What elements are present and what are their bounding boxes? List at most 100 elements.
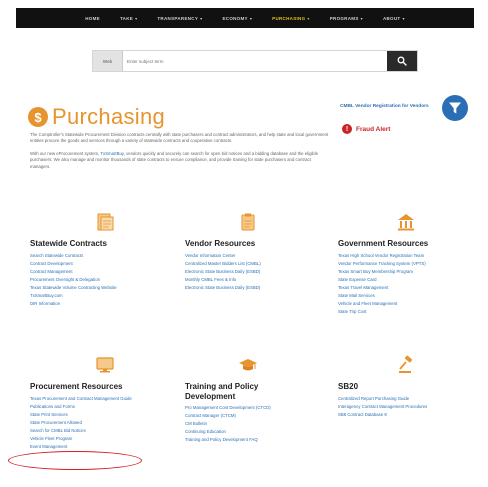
section-link[interactable]: SB8 Contract Database 8 (338, 411, 478, 419)
section-procurement-resources: Procurement Resources Texas Procurement … (30, 382, 170, 451)
section-training-policy: Training and Policy Development Pro Mana… (185, 382, 305, 444)
section-link[interactable]: Contract Development (30, 260, 170, 268)
section-link[interactable]: Texas Smart Buy Membership Program (338, 268, 478, 276)
clipboard-icon (241, 213, 255, 231)
nav-item-programs[interactable]: PROGRAMS ▾ (320, 16, 373, 21)
link-list: Texas Procurement and Contract Managemen… (30, 395, 170, 451)
nav-item-label: TRANSPARENCY (157, 15, 199, 21)
section-link[interactable]: State Expense Card (338, 276, 478, 284)
nav-item-home[interactable]: HOME (75, 16, 110, 21)
page-title: Purchasing (52, 104, 166, 129)
section-link[interactable]: Electronic State Business Daily (ESBD) (185, 268, 325, 276)
document-icon (97, 213, 114, 231)
section-government-resources: Government Resources Texas High School V… (338, 239, 478, 316)
section-link[interactable]: Continuing Education (185, 428, 305, 436)
section-link[interactable]: State Print Services (30, 411, 170, 419)
section-link[interactable]: Search Statewide Contracts (30, 252, 170, 260)
section-link[interactable]: Texas Procurement and Contract Managemen… (30, 395, 170, 403)
link-list: Centralized Report Purchasing Guide Inter… (338, 395, 478, 419)
search-input[interactable] (123, 51, 387, 71)
section-link[interactable]: Electronic State Business Daily (ESBD) (185, 284, 325, 292)
monitor-icon (96, 357, 114, 373)
txsmartbuy-link[interactable]: TxSmartBuy (100, 151, 123, 156)
top-nav: HOME TAKE ▾ TRANSPARENCY ▾ ECONOMY ▾ PURCHASING… (16, 8, 474, 28)
search-bar: Web (92, 50, 418, 72)
section-sb20: SB20 Centralized Report Purchasing Guide… (338, 382, 478, 419)
search-scope-select[interactable]: Web (93, 51, 123, 71)
section-link[interactable]: Event Management (30, 443, 170, 451)
section-title: Vendor Resources (185, 239, 256, 248)
section-link[interactable]: Publications and Forms (30, 403, 170, 411)
section-title: Training and Policy Development (185, 382, 259, 401)
capitol-icon (398, 214, 414, 231)
link-list: Texas High School Vendor Registration Te… (338, 252, 478, 316)
dollar-icon: $ (28, 107, 48, 127)
intro-text-prefix: With our new eProcurement system, (30, 150, 101, 156)
nav-item-label: PURCHASING (272, 15, 306, 21)
section-link[interactable]: State Mail Services (338, 292, 478, 300)
section-title: Procurement Resources (30, 382, 123, 391)
section-link[interactable]: Monthly CMBL Fees & Info (185, 276, 325, 284)
graduation-cap-icon (239, 359, 257, 371)
section-link[interactable]: State Trip Cost (338, 308, 478, 316)
chevron-down-icon: ▾ (200, 15, 203, 21)
section-link[interactable]: Contract Management (30, 268, 170, 276)
search-icon (397, 56, 407, 66)
section-link[interactable]: Vehicle and Fleet Management (338, 300, 478, 308)
section-vendor-resources: Vendor Resources Vendor Information Cent… (185, 239, 325, 292)
section-link[interactable]: Training and Policy Development FAQ (185, 436, 305, 444)
nav-item-take[interactable]: TAKE ▾ (110, 16, 147, 21)
section-link[interactable]: Vendor Performance Tracking System (VPTS… (338, 260, 478, 268)
link-list: Pro Management Cont Development (CTCD) Co… (185, 404, 305, 444)
nav-item-label: ABOUT (382, 15, 401, 21)
fraud-alert[interactable]: ! Fraud Alert (342, 124, 390, 134)
link-list: Vendor Information Center Centralized Mas… (185, 252, 325, 292)
funnel-icon (449, 102, 461, 114)
nav-item-economy[interactable]: ECONOMY ▾ (212, 16, 262, 21)
section-link[interactable]: DIR Information (30, 300, 170, 308)
section-statewide-contracts: Statewide Contracts Search Statewide Con… (30, 239, 170, 308)
intro-text: The Comptroller's Statewide Procurement … (30, 132, 330, 176)
highlight-annotation (8, 451, 142, 470)
link-list: Search Statewide Contracts Contract Devel… (30, 252, 170, 308)
chevron-down-icon: ▾ (135, 15, 138, 21)
nav-item-about[interactable]: ABOUT ▾ (373, 16, 415, 21)
section-link[interactable]: Pro Management Cont Development (CTCD) (185, 404, 305, 412)
nav-item-transparency[interactable]: TRANSPARENCY ▾ (147, 16, 212, 21)
nav-item-label: TAKE (119, 15, 134, 21)
section-link[interactable]: Vehicle Fleet Program (30, 435, 170, 443)
section-link[interactable]: Centralized Master Bidders List (CMBL) (185, 260, 325, 268)
intro-paragraph-2: With our new eProcurement system, TxSmar… (30, 151, 330, 170)
search-button[interactable] (387, 51, 417, 71)
intro-paragraph-1: The Comptroller's Statewide Procurement … (30, 132, 329, 144)
section-title: SB20 (338, 382, 359, 391)
section-title: Government Resources (338, 239, 429, 248)
nav-item-label: ECONOMY (222, 15, 248, 21)
cmbl-registration-link[interactable]: CMBL Vendor Registration for Vendors (340, 104, 429, 109)
section-link[interactable]: Texas Statewide Volume Contracting Websi… (30, 284, 170, 292)
gavel-icon (399, 355, 413, 373)
section-link[interactable]: Contract Manager (CTCM) (185, 412, 305, 420)
chevron-down-icon: ▾ (360, 15, 363, 21)
section-link[interactable]: Vendor Information Center (185, 252, 325, 260)
alert-icon: ! (342, 124, 352, 134)
section-link[interactable]: Search for CMBL Bid Notices (30, 427, 170, 435)
section-title: Statewide Contracts (30, 239, 107, 248)
chevron-down-icon: ▾ (402, 15, 405, 21)
nav-item-purchasing[interactable]: PURCHASING ▾ (262, 16, 320, 21)
section-link[interactable]: Procurement Oversight & Delegation (30, 276, 170, 284)
section-link[interactable]: Texas High School Vendor Registration Te… (338, 252, 478, 260)
section-link[interactable]: Interagency Contract Management Procedur… (338, 403, 478, 411)
section-link[interactable]: Centralized Report Purchasing Guide (338, 395, 478, 403)
section-link[interactable]: Texas Travel Management (338, 284, 478, 292)
chevron-down-icon: ▾ (307, 15, 310, 21)
section-link[interactable]: TxSmartBuy.com (30, 292, 170, 300)
section-link[interactable]: CM Bulletin (185, 420, 305, 428)
section-link[interactable]: State Procurement Allowed (30, 419, 170, 427)
nav-item-label: PROGRAMS (329, 15, 359, 21)
chevron-down-icon: ▾ (249, 15, 253, 21)
filter-button[interactable] (442, 95, 468, 121)
nav-item-label: HOME (85, 15, 100, 21)
page-header: $ Purchasing (28, 104, 165, 130)
fraud-alert-label: Fraud Alert (356, 125, 391, 133)
